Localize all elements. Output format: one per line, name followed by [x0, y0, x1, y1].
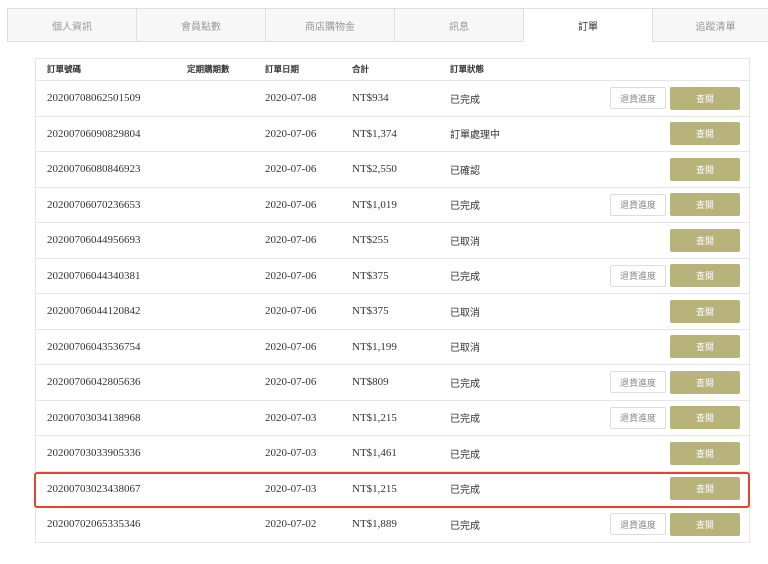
view-order-button[interactable]: 查閱 — [670, 477, 740, 501]
order-date: 2020-07-06 — [265, 234, 317, 247]
order-status: 已完成 — [450, 414, 480, 426]
view-order-button[interactable]: 查閱 — [670, 228, 740, 252]
order-row: 20200706070236653 2020-07-06 NT$1,019 已完… — [36, 186, 749, 223]
order-date: 2020-07-06 — [265, 198, 317, 211]
order-number: 20200703034138968 — [47, 411, 141, 424]
view-order-button[interactable]: 查閱 — [670, 193, 740, 217]
order-status: 已完成 — [450, 520, 480, 532]
order-date: 2020-07-03 — [265, 482, 317, 495]
order-number: 20200706044120842 — [47, 305, 141, 318]
order-date: 2020-07-06 — [265, 305, 317, 318]
order-number: 20200706080846923 — [47, 163, 141, 176]
order-total: NT$1,019 — [352, 198, 397, 211]
order-date: 2020-07-06 — [265, 163, 317, 176]
order-row: 20200706042805636 2020-07-06 NT$809 已完成 … — [36, 364, 749, 400]
view-order-button[interactable]: 查閱 — [670, 512, 740, 536]
return-progress-button[interactable]: 退貨進度 — [610, 87, 666, 110]
order-status: 已取消 — [450, 307, 480, 319]
order-row: 20200703023438067 2020-07-03 NT$1,215 已完… — [34, 470, 750, 508]
order-number: 20200706090829804 — [47, 127, 141, 140]
tab-bar: 個人資訊 會員點數 商店購物金 訊息 訂單 追蹤清單 — [7, 8, 768, 42]
order-total: NT$375 — [352, 269, 389, 282]
order-number: 20200706042805636 — [47, 376, 141, 389]
order-total: NT$2,550 — [352, 163, 397, 176]
order-row: 20200706044956693 2020-07-06 NT$255 已取消 … — [36, 222, 749, 258]
order-number: 20200706043536754 — [47, 340, 141, 353]
order-total: NT$809 — [352, 376, 389, 389]
tab-store-credit[interactable]: 商店購物金 — [265, 8, 394, 42]
return-progress-button[interactable]: 退貨進度 — [610, 371, 666, 394]
order-row: 20200702065335346 2020-07-02 NT$1,889 已完… — [36, 506, 749, 542]
order-row: 20200706090829804 2020-07-06 NT$1,374 訂單… — [36, 115, 749, 152]
order-date: 2020-07-06 — [265, 127, 317, 140]
orders-panel: 訂單號碼 定期購期數 訂單日期 合計 訂單狀態 2020070806250150… — [34, 58, 750, 543]
orders-table-body: 20200708062501509 2020-07-08 NT$934 已完成 … — [34, 80, 750, 542]
order-status: 已確認 — [450, 165, 480, 177]
order-number: 20200706044956693 — [47, 234, 141, 247]
order-date: 2020-07-03 — [265, 411, 317, 424]
view-order-button[interactable]: 查閱 — [670, 264, 740, 288]
return-progress-button[interactable]: 退貨進度 — [610, 193, 666, 216]
column-header-order-status: 訂單狀態 — [450, 64, 485, 74]
order-total: NT$934 — [352, 92, 389, 105]
view-order-button[interactable]: 查閱 — [670, 157, 740, 181]
return-progress-button[interactable]: 退貨進度 — [610, 264, 666, 287]
order-number: 20200706070236653 — [47, 198, 141, 211]
order-status: 已完成 — [450, 449, 480, 461]
view-order-button[interactable]: 查閱 — [670, 406, 740, 430]
order-total: NT$375 — [352, 305, 389, 318]
order-total: NT$1,215 — [352, 411, 397, 424]
view-order-button[interactable]: 查閱 — [670, 86, 740, 110]
order-number: 20200703033905336 — [47, 447, 141, 460]
orders-table-header: 訂單號碼 定期購期數 訂單日期 合計 訂單狀態 — [36, 59, 749, 80]
return-progress-button[interactable]: 退貨進度 — [610, 513, 666, 536]
tab-profile[interactable]: 個人資訊 — [7, 8, 136, 42]
tab-messages[interactable]: 訊息 — [394, 8, 523, 42]
column-header-order-date: 訂單日期 — [265, 64, 300, 74]
order-status: 已取消 — [450, 343, 480, 355]
order-total: NT$1,889 — [352, 518, 397, 531]
tab-member-points[interactable]: 會員點數 — [136, 8, 265, 42]
order-status: 已完成 — [450, 272, 480, 284]
order-number: 20200706044340381 — [47, 269, 141, 282]
order-total: NT$255 — [352, 234, 389, 247]
order-total: NT$1,215 — [352, 482, 397, 495]
tab-orders[interactable]: 訂單 — [523, 8, 652, 42]
order-total: NT$1,199 — [352, 340, 397, 353]
order-total: NT$1,461 — [352, 447, 397, 460]
order-date: 2020-07-06 — [265, 269, 317, 282]
view-order-button[interactable]: 查閱 — [670, 335, 740, 359]
order-row: 20200706080846923 2020-07-06 NT$2,550 已確… — [36, 151, 749, 187]
column-header-subscription-term: 定期購期數 — [187, 64, 230, 74]
order-status: 已完成 — [450, 94, 480, 106]
order-status: 已完成 — [450, 378, 480, 390]
order-row: 20200706044120842 2020-07-06 NT$375 已取消 … — [36, 293, 749, 329]
order-date: 2020-07-06 — [265, 376, 317, 389]
order-total: NT$1,374 — [352, 127, 397, 140]
column-header-total: 合計 — [352, 64, 370, 74]
order-row: 20200703034138968 2020-07-03 NT$1,215 已完… — [36, 399, 749, 436]
order-date: 2020-07-06 — [265, 340, 317, 353]
view-order-button[interactable]: 查閱 — [670, 299, 740, 323]
view-order-button[interactable]: 查閱 — [670, 370, 740, 394]
return-progress-button[interactable]: 退貨進度 — [610, 406, 666, 429]
order-number: 20200708062501509 — [47, 92, 141, 105]
order-date: 2020-07-03 — [265, 447, 317, 460]
order-date: 2020-07-02 — [265, 518, 317, 531]
order-status: 已完成 — [450, 485, 480, 497]
column-header-order-number: 訂單號碼 — [47, 64, 82, 74]
view-order-button[interactable]: 查閱 — [670, 122, 740, 146]
order-status: 訂單處理中 — [450, 130, 500, 142]
view-order-button[interactable]: 查閱 — [670, 441, 740, 465]
order-row: 20200706043536754 2020-07-06 NT$1,199 已取… — [36, 328, 749, 365]
order-date: 2020-07-08 — [265, 92, 317, 105]
tab-wishlist[interactable]: 追蹤清單 — [652, 8, 768, 42]
order-number: 20200703023438067 — [47, 482, 141, 495]
order-status: 已完成 — [450, 201, 480, 213]
order-row: 20200706044340381 2020-07-06 NT$375 已完成 … — [36, 257, 749, 294]
order-number: 20200702065335346 — [47, 518, 141, 531]
order-status: 已取消 — [450, 236, 480, 248]
order-row: 20200708062501509 2020-07-08 NT$934 已完成 … — [36, 80, 749, 116]
order-row: 20200703033905336 2020-07-03 NT$1,461 已完… — [36, 435, 749, 471]
